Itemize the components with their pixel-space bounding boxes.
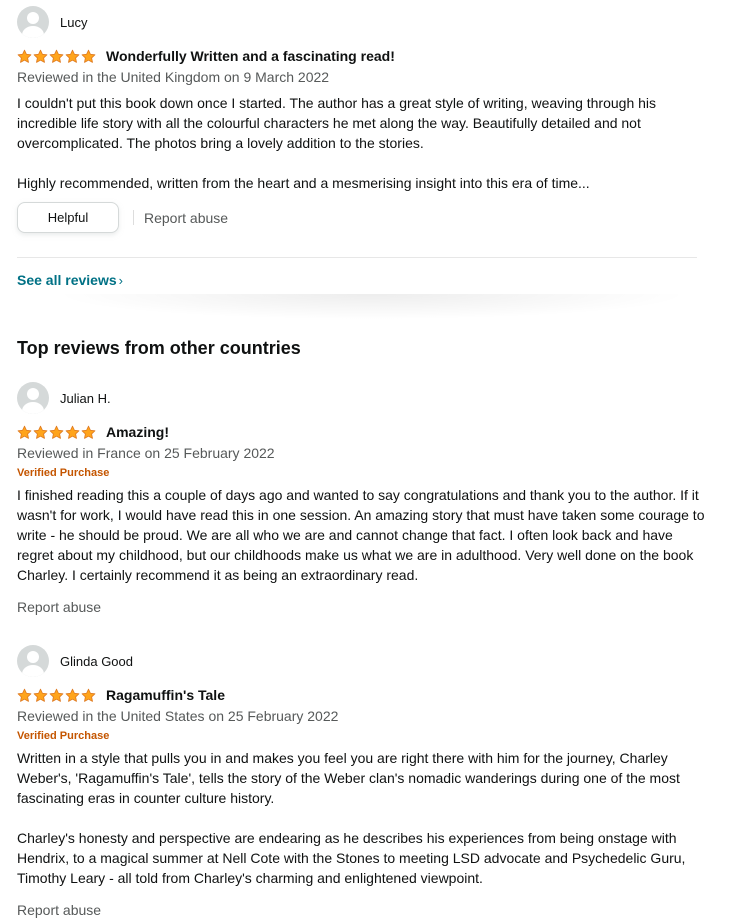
review-title[interactable]: Ragamuffin's Tale bbox=[106, 687, 225, 703]
reviewer-profile[interactable]: Lucy bbox=[17, 6, 707, 38]
see-all-reviews-link[interactable]: See all reviews › bbox=[17, 272, 707, 288]
review-title-row: Amazing! bbox=[17, 422, 707, 442]
review-paragraph: I couldn't put this book down once I sta… bbox=[17, 95, 657, 151]
review-paragraph: Highly recommended, written from the hea… bbox=[17, 175, 590, 191]
star-icon bbox=[81, 49, 96, 63]
review-lucy: Lucy Wonderfully Written and a fascinati… bbox=[17, 6, 707, 233]
review-paragraph: Written in a style that pulls you in and… bbox=[17, 750, 680, 806]
star-rating[interactable] bbox=[17, 425, 96, 440]
review-paragraph: Charley's honesty and perspective are en… bbox=[17, 830, 686, 886]
review-date: Reviewed in the United Kingdom on 9 Marc… bbox=[17, 69, 330, 85]
review-body: Written in a style that pulls you in and… bbox=[17, 748, 707, 888]
report-abuse-link[interactable]: Report abuse bbox=[17, 599, 101, 615]
star-icon bbox=[33, 425, 48, 439]
divider bbox=[17, 257, 697, 258]
star-icon bbox=[49, 688, 64, 702]
star-icon bbox=[17, 425, 32, 439]
star-rating[interactable] bbox=[17, 688, 96, 703]
verified-purchase-badge[interactable]: Verified Purchase bbox=[17, 465, 707, 481]
review-actions: Report abuse bbox=[17, 902, 707, 918]
review-date: Reviewed in the United States on 25 Febr… bbox=[17, 708, 339, 724]
review-title[interactable]: Amazing! bbox=[106, 424, 169, 440]
star-icon bbox=[81, 688, 96, 702]
reviewer-profile[interactable]: Glinda Good bbox=[17, 645, 707, 677]
star-icon bbox=[65, 688, 80, 702]
review-body: I couldn't put this book down once I sta… bbox=[17, 93, 707, 193]
star-icon bbox=[33, 688, 48, 702]
avatar-icon bbox=[17, 382, 49, 414]
review-title[interactable]: Wonderfully Written and a fascinating re… bbox=[106, 48, 395, 64]
review-body: I finished reading this a couple of days… bbox=[17, 485, 707, 585]
report-abuse-link[interactable]: Report abuse bbox=[144, 210, 228, 226]
reviewer-name: Lucy bbox=[60, 14, 88, 30]
reviewer-profile[interactable]: Julian H. bbox=[17, 382, 707, 414]
avatar-icon bbox=[17, 6, 49, 38]
review-julian: Julian H. Amazing! Reviewed in France on… bbox=[17, 382, 707, 615]
review-actions: Report abuse bbox=[17, 599, 707, 615]
star-icon bbox=[49, 425, 64, 439]
star-icon bbox=[81, 425, 96, 439]
review-title-row: Wonderfully Written and a fascinating re… bbox=[17, 46, 707, 66]
avatar-icon bbox=[17, 645, 49, 677]
see-all-label: See all reviews bbox=[17, 272, 117, 288]
review-actions: Helpful Report abuse bbox=[17, 202, 707, 233]
section-heading: Top reviews from other countries bbox=[17, 338, 301, 358]
star-rating[interactable] bbox=[17, 49, 96, 64]
helpful-button[interactable]: Helpful bbox=[17, 202, 119, 233]
star-icon bbox=[49, 49, 64, 63]
star-icon bbox=[65, 425, 80, 439]
action-separator bbox=[133, 210, 134, 225]
review-title-row: Ragamuffin's Tale bbox=[17, 685, 707, 705]
star-icon bbox=[17, 688, 32, 702]
reviews-page: Lucy Wonderfully Written and a fascinati… bbox=[0, 0, 744, 918]
star-icon bbox=[33, 49, 48, 63]
review-glinda: Glinda Good Ragamuffin's Tale Reviewed i… bbox=[17, 645, 707, 918]
star-icon bbox=[65, 49, 80, 63]
review-date: Reviewed in France on 25 February 2022 bbox=[17, 445, 275, 461]
verified-purchase-badge[interactable]: Verified Purchase bbox=[17, 728, 707, 744]
reviewer-name: Glinda Good bbox=[60, 653, 133, 669]
report-abuse-link[interactable]: Report abuse bbox=[17, 902, 101, 918]
section-shadow bbox=[0, 294, 744, 324]
reviewer-name: Julian H. bbox=[60, 390, 111, 406]
star-icon bbox=[17, 49, 32, 63]
review-paragraph: I finished reading this a couple of days… bbox=[17, 487, 705, 583]
chevron-right-icon: › bbox=[118, 272, 123, 288]
